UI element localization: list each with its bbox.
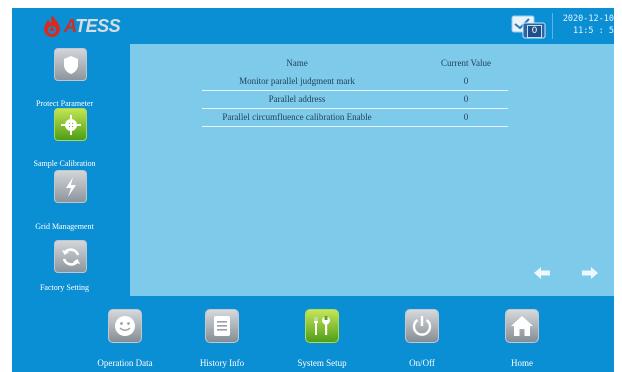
row-value[interactable]: 0 xyxy=(424,94,508,104)
sidebar-item-label: Sample Calibration xyxy=(33,159,96,168)
nav-label: System Setup xyxy=(297,358,347,368)
date-time-display: 2020-12-10 11:5 : 5 xyxy=(558,13,614,37)
header-divider xyxy=(552,13,553,39)
row-name: Parallel address xyxy=(268,94,326,104)
nav-item-operation-data[interactable]: Operation Data xyxy=(75,296,175,372)
sidebar-item-factory-setting[interactable]: Factory Setting xyxy=(12,240,130,300)
parameter-table: Name Current Value Monitor parallel judg… xyxy=(202,55,508,127)
column-header-current-value: Current Value xyxy=(440,58,492,68)
brand-suffix: TESS xyxy=(75,15,121,36)
message-count-badge: 0 xyxy=(527,25,542,38)
refresh-icon xyxy=(61,247,80,266)
row-name: Parallel circumfluence calibration Enabl… xyxy=(222,112,372,122)
operation-data-button[interactable] xyxy=(108,309,142,343)
nav-item-home[interactable]: Home xyxy=(472,296,572,372)
content-panel: Name Current Value Monitor parallel judg… xyxy=(130,44,614,296)
brand-name: ATESS xyxy=(64,15,121,37)
header-bar: ATESS 0 2020-12-10 11:5 : 5 xyxy=(12,8,614,44)
nav-item-on-off[interactable]: On/Off xyxy=(372,296,472,372)
previous-page-arrow-icon[interactable] xyxy=(533,266,551,280)
sidebar-item-protect-parameter[interactable]: Protect Parameter xyxy=(12,48,130,108)
document-icon xyxy=(214,316,230,336)
power-icon xyxy=(412,316,432,336)
bottom-nav: Operation Data History Info System Setup… xyxy=(12,296,614,372)
time-text: 11:5 : 5 xyxy=(573,26,614,36)
nav-label: Home xyxy=(511,358,533,368)
sidebar: Protect Parameter Sample Calibration Gri… xyxy=(12,44,130,296)
table-row[interactable]: Monitor parallel judgment mark 0 xyxy=(202,73,508,91)
date-text: 2020-12-10 xyxy=(562,14,614,24)
crosshair-icon xyxy=(60,114,81,135)
hmi-screen: ATESS 0 2020-12-10 11:5 : 5 Protect Para… xyxy=(0,0,622,372)
table-header-row: Name Current Value xyxy=(202,55,508,73)
sidebar-item-label: Protect Parameter xyxy=(35,99,94,108)
shield-icon xyxy=(63,55,78,74)
nav-label: On/Off xyxy=(409,358,435,368)
home-button[interactable] xyxy=(505,309,539,343)
row-name: Monitor parallel judgment mark xyxy=(239,76,355,86)
sidebar-item-label: Grid Management xyxy=(35,222,94,231)
brand-prefix: A xyxy=(64,15,76,36)
tools-icon xyxy=(314,316,330,335)
nav-item-history-info[interactable]: History Info xyxy=(172,296,272,372)
brand-logo: ATESS xyxy=(42,13,121,39)
row-value[interactable]: 0 xyxy=(424,112,508,122)
flame-logo-icon xyxy=(44,15,60,37)
table-row[interactable]: Parallel address 0 xyxy=(202,91,508,109)
home-icon xyxy=(511,316,533,336)
column-header-name: Name xyxy=(286,58,308,68)
sidebar-item-label: Factory Setting xyxy=(39,283,90,292)
system-setup-button[interactable] xyxy=(305,309,339,343)
nav-label: Operation Data xyxy=(97,358,153,368)
smiley-icon xyxy=(115,316,135,336)
sample-calibration-button[interactable] xyxy=(54,108,87,141)
grid-management-button[interactable] xyxy=(54,170,87,203)
factory-setting-button[interactable] xyxy=(54,240,87,273)
table-row[interactable]: Parallel circumfluence calibration Enabl… xyxy=(202,109,508,127)
sidebar-item-sample-calibration[interactable]: Sample Calibration xyxy=(12,108,130,168)
protect-parameter-button[interactable] xyxy=(54,48,87,81)
lightning-icon xyxy=(65,176,76,197)
nav-label: History Info xyxy=(199,358,245,368)
nav-item-system-setup[interactable]: System Setup xyxy=(272,296,372,372)
row-value[interactable]: 0 xyxy=(424,76,508,86)
history-info-button[interactable] xyxy=(205,309,239,343)
next-page-arrow-icon[interactable] xyxy=(581,266,599,280)
sidebar-item-grid-management[interactable]: Grid Management xyxy=(12,170,130,231)
on-off-button[interactable] xyxy=(405,309,439,343)
